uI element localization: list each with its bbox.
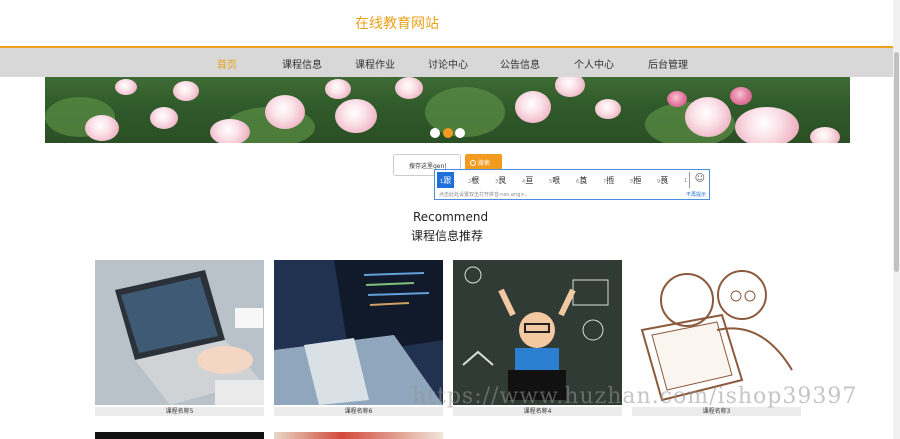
nav-item-announcements[interactable]: 公告信息 (500, 56, 540, 71)
course-thumbnail-peek[interactable] (95, 432, 264, 439)
main-nav: 首页 课程信息 课程作业 讨论中心 公告信息 个人中心 后台管理 (0, 46, 893, 77)
ime-candidate[interactable]: 8搄 (630, 172, 641, 188)
nav-item-home[interactable]: 首页 (217, 56, 237, 71)
scrollbar[interactable] (893, 0, 900, 439)
ime-candidate-window: 1跟 2根 3艮 4亘 5哏 6莨 7揯 8搄 9茛 1 ☺ 点击此处设置双击打… (434, 169, 710, 200)
carousel-dot-1[interactable] (430, 128, 440, 138)
carousel-dot-2[interactable] (443, 128, 453, 138)
search-button-label: 搜索 (477, 160, 490, 167)
ime-tip[interactable]: 点击此处设置双击打开拼音<en,eng>。 (439, 191, 530, 198)
smiley-icon[interactable]: ☺ (695, 173, 705, 184)
course-name[interactable]: 课程名称5 (95, 407, 264, 416)
carousel-dot-3[interactable] (455, 128, 465, 138)
search-icon (470, 160, 476, 166)
section-title-en: Recommend (413, 210, 489, 224)
nav-item-discussion[interactable]: 讨论中心 (428, 56, 468, 71)
nav-item-profile[interactable]: 个人中心 (574, 56, 614, 71)
watermark: https://www.huzhan.com/ishop39397 (412, 384, 858, 409)
course-card[interactable]: 课程名称5 (95, 260, 264, 416)
ime-dismiss-link[interactable]: 不再提示 (686, 191, 706, 198)
nav-item-homework[interactable]: 课程作业 (355, 56, 395, 71)
search-button[interactable]: 搜索 (465, 154, 502, 170)
ime-candidate[interactable]: 3艮 (495, 172, 506, 188)
course-thumbnail[interactable] (95, 260, 264, 405)
banner-carousel[interactable] (45, 77, 850, 143)
section-title-zh: 课程信息推荐 (411, 229, 484, 243)
nav-item-courses[interactable]: 课程信息 (282, 56, 322, 71)
ime-candidate[interactable]: 7揯 (603, 172, 614, 188)
site-title[interactable]: 在线教育网站 (355, 13, 439, 33)
ime-divider (689, 172, 690, 188)
ime-candidate[interactable]: 1跟 (437, 172, 455, 188)
page: 在线教育网站 首页 课程信息 课程作业 讨论中心 公告信息 个人中心 后台管理 (0, 0, 900, 439)
scrollbar-thumb[interactable] (894, 52, 899, 272)
ime-candidate[interactable]: 1 (684, 172, 687, 188)
ime-candidate[interactable]: 9茛 (657, 172, 668, 188)
ime-candidate[interactable]: 6莨 (576, 172, 587, 188)
nav-item-admin[interactable]: 后台管理 (648, 56, 688, 71)
ime-candidate[interactable]: 5哏 (549, 172, 560, 188)
ime-candidate[interactable]: 2根 (468, 172, 479, 188)
ime-candidate[interactable]: 4亘 (522, 172, 533, 188)
course-thumbnail-peek[interactable] (274, 432, 443, 439)
